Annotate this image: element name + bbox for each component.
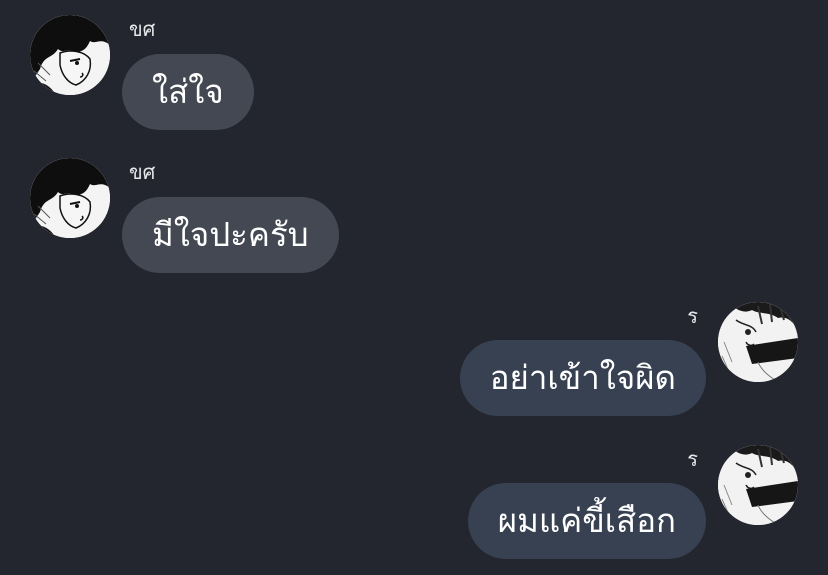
sender-avatar[interactable]	[30, 158, 110, 238]
message-bubble[interactable]: ผมแค่ขี้เสือก	[467, 483, 706, 559]
sender-name: ขศ	[129, 17, 156, 41]
manga-boy-choker-icon	[718, 445, 798, 525]
sender-name: ขศ	[129, 160, 156, 184]
message-row-outgoing: ร ผมแค่ขี้เสือก	[0, 430, 828, 570]
message-row-outgoing: ร อย่าเข้าใจผิด	[0, 287, 828, 427]
manga-boy-choker-icon	[718, 302, 798, 382]
message-row-incoming: ขศ ใส่ใจ	[0, 0, 828, 140]
message-bubble[interactable]: อย่าเข้าใจผิด	[459, 340, 706, 416]
manga-boy-dark-hair-icon	[30, 158, 110, 238]
message-row-incoming: ขศ มีใจปะครับ	[0, 143, 828, 283]
sender-name: ร	[687, 447, 698, 471]
manga-boy-dark-hair-icon	[30, 15, 110, 95]
sender-name: ร	[687, 304, 698, 328]
chat-thread: ขศ ใส่ใจ ขศ มีใจปะครับ ร อย่าเข้าใจผิด ร…	[0, 0, 828, 575]
message-bubble[interactable]: มีใจปะครับ	[122, 197, 339, 273]
sender-avatar[interactable]	[718, 445, 798, 525]
message-bubble[interactable]: ใส่ใจ	[122, 54, 254, 130]
sender-avatar[interactable]	[718, 302, 798, 382]
sender-avatar[interactable]	[30, 15, 110, 95]
